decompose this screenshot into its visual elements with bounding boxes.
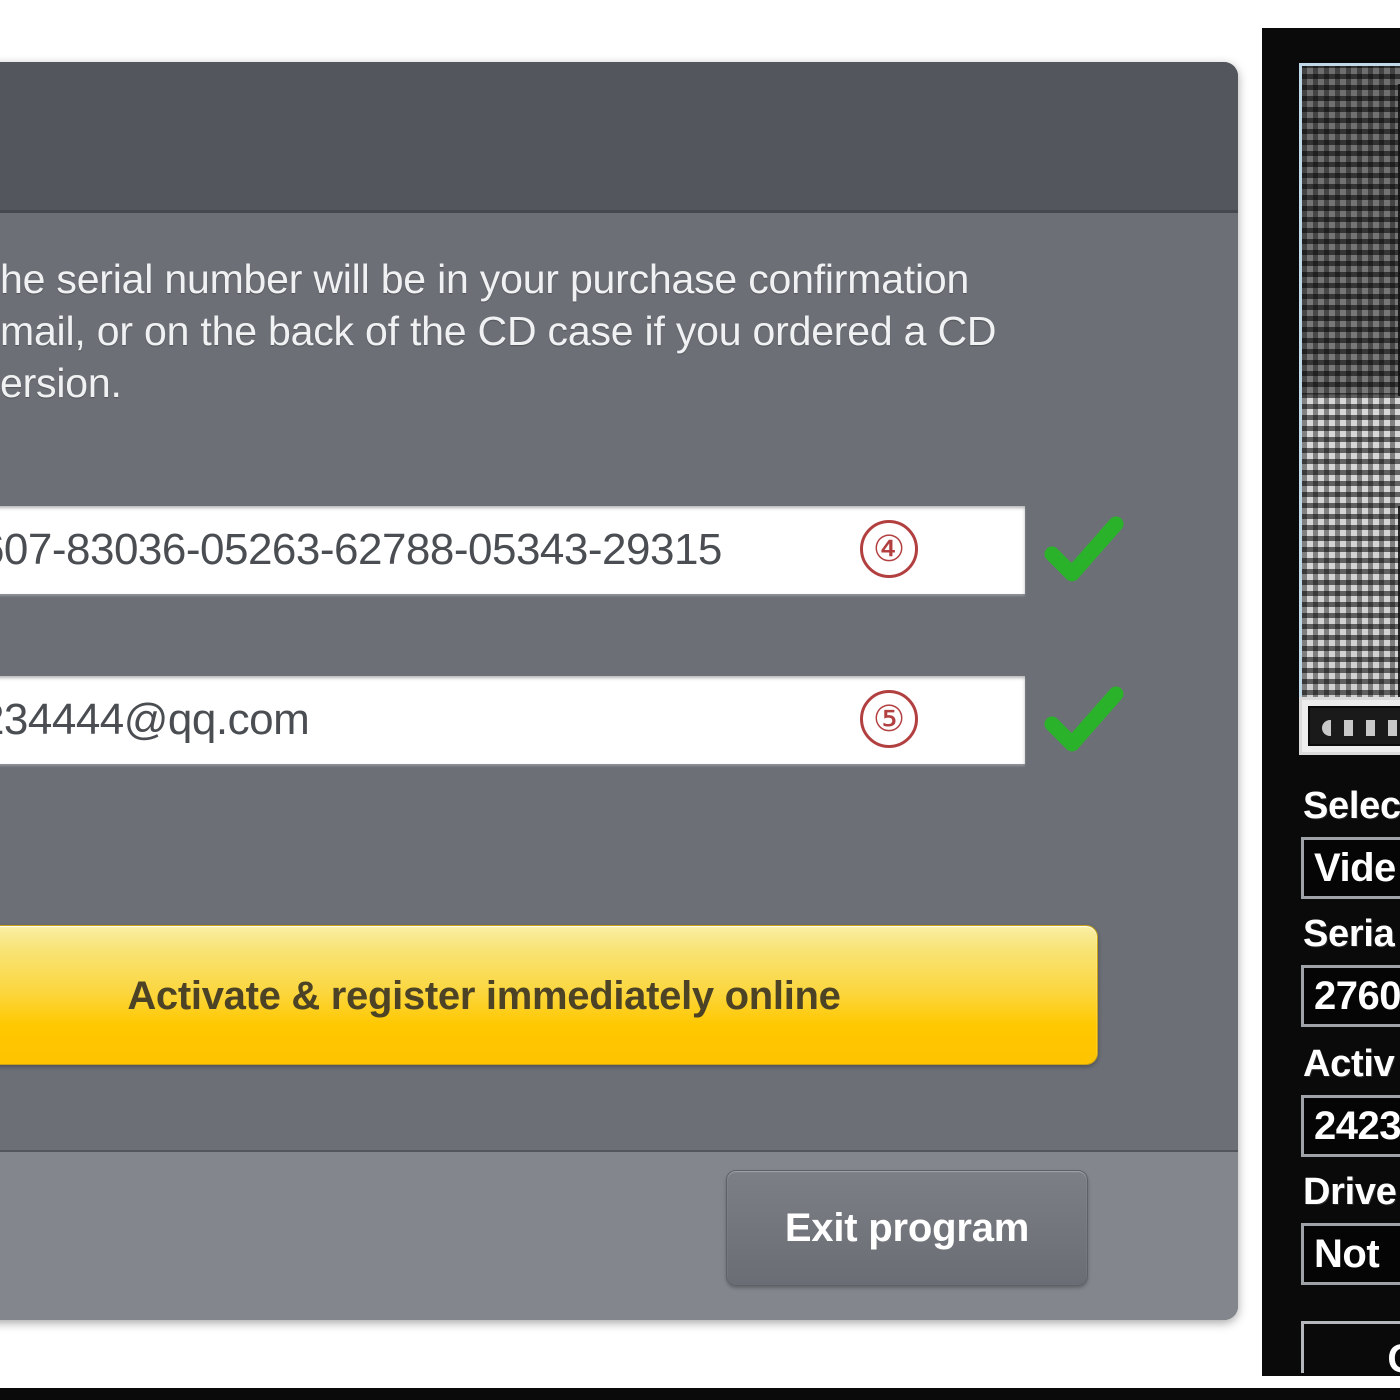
panel-field-select-value: Vide	[1314, 846, 1396, 890]
email-row: 23234444@qq.com ⑤	[0, 676, 1124, 764]
panel-field-driver-value: Not	[1314, 1232, 1380, 1276]
activate-register-button[interactable]: Activate & register immediately online	[0, 925, 1098, 1065]
instructions-text: he serial number will be in your purchas…	[0, 253, 1010, 409]
panel-field-select[interactable]: Vide	[1301, 837, 1400, 899]
panel-field-serial-value: 2760	[1314, 974, 1400, 1018]
instructions-line-3: ersion.	[0, 360, 122, 406]
panel-banner-image	[1299, 63, 1400, 753]
panel-generate-button[interactable]: Ge	[1301, 1321, 1400, 1373]
panel-label-serial: Seria	[1303, 913, 1395, 955]
serial-number-row: 27607-83036-05263-62788-05343-29315 ④	[0, 506, 1124, 594]
panel-field-driver[interactable]: Not	[1301, 1223, 1400, 1285]
panel-field-serial[interactable]: 2760	[1301, 965, 1400, 1027]
instructions-line-2: mail, or on the back of the CD case if y…	[0, 308, 997, 354]
instructions-line-1: he serial number will be in your purchas…	[0, 256, 970, 302]
tool-side-panel: Selec Vide Seria 2760 Activ 2423 Drive N…	[1262, 28, 1400, 1376]
banner-strip-dots	[1322, 720, 1400, 736]
green-check-icon-email	[1044, 682, 1124, 760]
panel-field-activation-value: 2423	[1314, 1104, 1400, 1148]
dialog-footer: Exit program	[0, 1150, 1238, 1320]
email-input[interactable]: 23234444@qq.com ⑤	[0, 676, 1025, 764]
activation-dialog: he serial number will be in your purchas…	[0, 62, 1238, 1320]
panel-field-activation[interactable]: 2423	[1301, 1095, 1400, 1157]
annotation-marker-5: ⑤	[860, 690, 918, 748]
annotation-marker-4: ④	[860, 520, 918, 578]
green-check-icon-serial	[1044, 512, 1124, 590]
panel-label-driver: Drive	[1303, 1171, 1397, 1213]
panel-label-activation: Activ	[1303, 1043, 1395, 1085]
serial-number-input[interactable]: 27607-83036-05263-62788-05343-29315 ④	[0, 506, 1025, 594]
serial-number-value: 27607-83036-05263-62788-05343-29315	[0, 525, 722, 574]
screen: he serial number will be in your purchas…	[0, 0, 1400, 1400]
banner-strip-inner	[1308, 706, 1400, 746]
panel-label-select: Selec	[1303, 785, 1400, 827]
bottom-edge-bar	[0, 1388, 1400, 1400]
email-value: 23234444@qq.com	[0, 695, 310, 744]
dialog-titlebar	[0, 62, 1238, 213]
banner-strip	[1299, 697, 1400, 755]
exit-program-button[interactable]: Exit program	[726, 1170, 1088, 1286]
